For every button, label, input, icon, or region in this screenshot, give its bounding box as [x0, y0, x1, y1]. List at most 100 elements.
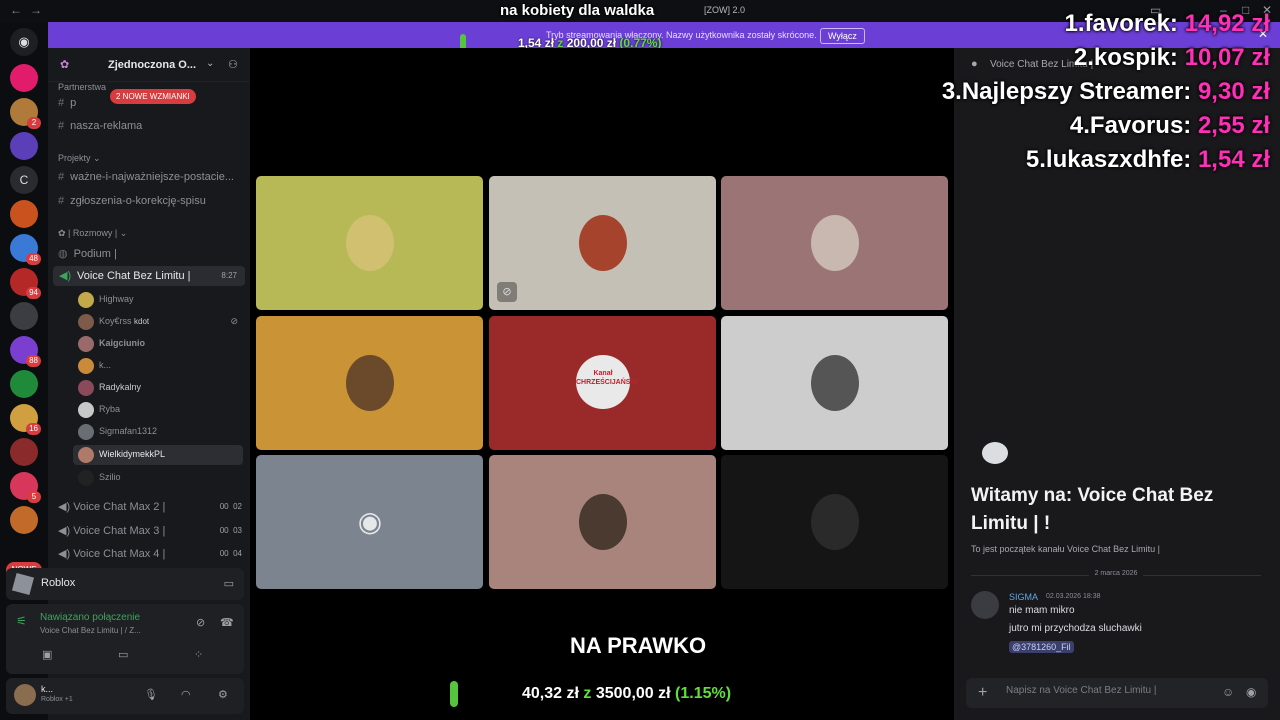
voice-channel-max-2[interactable]: ◀) Voice Chat Max 2 |	[58, 500, 165, 513]
screen-share-icon[interactable]: ▭	[118, 648, 128, 661]
channel-podium[interactable]: ◍ Podium |	[58, 247, 117, 260]
add-attachment-icon[interactable]: +	[978, 684, 987, 702]
settings-gear-icon[interactable]: ⚙	[218, 688, 228, 701]
category-projekty[interactable]: Projekty ⌄	[58, 153, 101, 164]
server-icon-13[interactable]: 5	[10, 472, 41, 503]
hash-icon: #	[58, 195, 65, 207]
leaderboard-row: 1.favorek: 14,92 zł	[1064, 10, 1270, 37]
server-icon-2[interactable]: 2	[10, 98, 41, 129]
goal-bottom-text: 40,32 zł z 3500,00 zł (1.15%)	[522, 685, 731, 703]
server-badge: 48	[26, 253, 41, 265]
add-member-icon[interactable]: ⚇	[228, 58, 238, 71]
voice-channel-max-3[interactable]: ◀) Voice Chat Max 3 |	[58, 524, 165, 537]
category-rozmowy[interactable]: ✿ | Rozmowy | ⌄	[58, 228, 127, 239]
emoji-icon[interactable]: ☺	[1222, 685, 1234, 699]
participant-tile[interactable]: ◉	[256, 455, 483, 589]
channel-wazne[interactable]: # ważne-i-najważniejsze-postacie...	[58, 171, 234, 183]
participant-tile[interactable]	[256, 316, 483, 450]
participant-tile[interactable]	[721, 176, 948, 310]
message-avatar[interactable]	[971, 591, 999, 619]
podium-icon: ◍	[58, 248, 68, 260]
leaderboard-row: 3.Najlepszy Streamer: 9,30 zł	[941, 78, 1270, 105]
participant-tile[interactable]	[256, 176, 483, 310]
server-icon-6[interactable]: 48	[10, 234, 41, 265]
connection-status[interactable]: Nawiązano połączenie	[40, 612, 140, 623]
server-icon-9[interactable]: 88	[10, 336, 41, 367]
voice-channel-max-4[interactable]: ◀) Voice Chat Max 4 |	[58, 547, 165, 560]
headphones-icon[interactable]: ◠	[181, 688, 191, 701]
server-icon-11[interactable]: 16	[10, 404, 41, 435]
voice-member[interactable]: Ryba	[78, 400, 244, 420]
channel-nasza-reklama[interactable]: # nasza-reklama	[58, 120, 142, 132]
chat-input[interactable]	[1006, 685, 1206, 696]
microphone-icon[interactable]: 🎙	[144, 688, 158, 701]
server-badge: 5	[27, 491, 41, 503]
noise-suppression-icon[interactable]: ⊘	[196, 616, 205, 629]
connection-channel[interactable]: Voice Chat Bez Limitu | / Z...	[40, 626, 141, 635]
voice-channel-active[interactable]: ◀) Voice Chat Bez Limitu | 8:27	[53, 266, 245, 286]
sticker-icon[interactable]: ◉	[1246, 685, 1256, 699]
server-icon-3[interactable]	[10, 132, 38, 160]
message-timestamp: 02.03.2026 18:38	[1046, 593, 1101, 600]
game-activity-bar[interactable]: Roblox ▭	[6, 568, 244, 600]
discord-logo-icon: ◉	[357, 506, 383, 537]
participant-tile[interactable]: Kanał CHRZEŚCIJAŃSKI	[489, 316, 716, 450]
vc-counter: 00 03	[219, 526, 242, 535]
server-icon-12[interactable]	[10, 438, 38, 466]
server-icon-5[interactable]	[10, 200, 38, 228]
user-avatar[interactable]	[14, 684, 36, 706]
voice-channel-name: Voice Chat Bez Limitu |	[77, 270, 191, 282]
signal-icon[interactable]: ⚟	[16, 614, 27, 628]
welcome-subtitle: To jest początek kanału Voice Chat Bez L…	[971, 544, 1160, 554]
new-mentions-pill[interactable]: 2 NOWE WZMIANKI	[110, 89, 196, 104]
voice-member[interactable]: Highway	[78, 290, 244, 310]
hash-icon: #	[58, 120, 65, 132]
server-badge: 2	[27, 117, 41, 129]
voice-member[interactable]: Koy€rss kdot ⊘	[78, 312, 244, 332]
window-title: [ZOW] 2.0	[704, 5, 746, 15]
activities-icon[interactable]: ⁘	[194, 648, 203, 661]
avatar	[78, 336, 94, 352]
voice-member[interactable]: Sigmafan1312	[78, 422, 244, 442]
server-icon-c[interactable]: C	[10, 166, 38, 194]
avatar	[78, 424, 94, 440]
server-icon-10[interactable]	[10, 370, 38, 398]
server-header[interactable]: ✿ Zjednoczona O... ⌄ ⚇	[48, 48, 250, 82]
user-mention[interactable]: @3781260_Fil	[1009, 641, 1074, 653]
category-partners[interactable]: Partnerstwa	[58, 82, 106, 92]
channel-zgloszenia[interactable]: # zgłoszenia-o-korekcję-spisu	[58, 195, 206, 207]
voice-member[interactable]: Szilio	[78, 468, 244, 488]
participant-tile[interactable]	[721, 455, 948, 589]
avatar	[78, 470, 94, 486]
chevron-down-icon[interactable]: ⌄	[206, 58, 214, 69]
game-overlay-icon[interactable]: ▭	[224, 577, 234, 590]
channel-p[interactable]: # p	[58, 97, 76, 109]
voice-member[interactable]: k...	[78, 356, 244, 376]
forward-arrow-icon[interactable]: →	[30, 3, 42, 17]
server-icon-1[interactable]	[10, 64, 38, 92]
stream-label: NA PRAWKO	[570, 633, 707, 658]
server-icon-7[interactable]: 94	[10, 268, 41, 299]
muted-mic-icon: ⊘	[230, 316, 238, 326]
message-author[interactable]: SIGMA	[1009, 592, 1038, 602]
avatar	[78, 402, 94, 418]
welcome-chat-icon	[982, 442, 1008, 464]
participant-tile[interactable]	[489, 455, 716, 589]
disconnect-icon[interactable]: ☎	[220, 616, 234, 629]
participant-tile[interactable]: ⊘	[489, 176, 716, 310]
voice-member[interactable]: Kaigciunio	[78, 334, 244, 354]
chat-input-box: + ☺ ◉	[966, 678, 1268, 708]
participant-tile[interactable]	[721, 316, 948, 450]
server-icon-8[interactable]	[10, 302, 38, 330]
server-icon-14[interactable]	[10, 506, 38, 534]
back-arrow-icon[interactable]: ←	[10, 3, 22, 17]
voice-stage: ⊘ Kanał CHRZEŚCIJAŃSKI ◉	[250, 48, 954, 720]
disable-streamer-mode-button[interactable]: Wyłącz	[820, 28, 865, 44]
camera-off-icon[interactable]: ▣	[42, 648, 52, 661]
voice-member[interactable]: Radykalny	[78, 378, 244, 398]
discord-home-icon[interactable]: ◉	[10, 28, 38, 56]
message-line: nie mam mikro	[1009, 605, 1075, 616]
hash-icon: #	[58, 171, 65, 183]
voice-member-hovered[interactable]: WielkidymekkPL	[73, 445, 243, 465]
participant-avatar	[811, 494, 859, 550]
